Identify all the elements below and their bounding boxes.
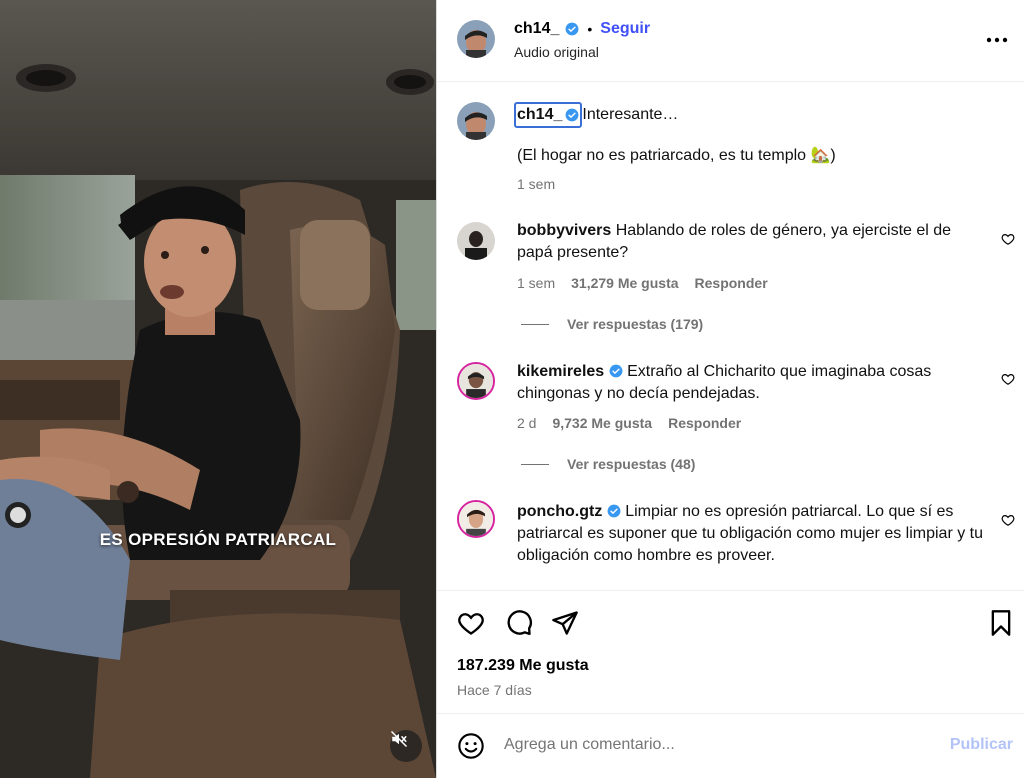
verified-badge-icon bbox=[607, 504, 621, 518]
comment-like-heart-icon[interactable] bbox=[1001, 513, 1015, 527]
caption-author-avatar[interactable] bbox=[457, 102, 495, 140]
caption-text-2: (El hogar no es patriarcado, es tu templ… bbox=[517, 147, 836, 164]
more-horizontal-icon bbox=[986, 37, 1008, 43]
heart-icon[interactable] bbox=[457, 609, 485, 637]
comment-form: Publicar bbox=[437, 714, 1024, 778]
author-username[interactable]: ch14_ bbox=[514, 20, 559, 38]
verified-badge-icon bbox=[565, 108, 579, 122]
verified-badge-icon bbox=[565, 22, 579, 36]
comment-time: 2 d bbox=[517, 415, 537, 431]
post-timestamp: Hace 7 días bbox=[457, 682, 532, 698]
post-panel: ch14_ • Seguir Audio original ch14_ Inte… bbox=[436, 0, 1024, 778]
comment-avatar[interactable] bbox=[457, 362, 495, 400]
post-header: ch14_ • Seguir Audio original bbox=[437, 0, 1024, 82]
likes-count[interactable]: 187.239 Me gusta bbox=[457, 657, 589, 675]
comments-list[interactable]: ch14_ Interesante… (El hogar no es patri… bbox=[437, 82, 1024, 590]
caption-line-1: ch14_ Interesante… bbox=[514, 102, 678, 128]
caption-username-link[interactable]: ch14_ bbox=[514, 102, 583, 128]
comment-meta: 1 sem 31,279 Me gusta Responder bbox=[517, 275, 768, 291]
comment-avatar[interactable] bbox=[457, 222, 495, 260]
header-title-row: ch14_ • Seguir bbox=[514, 20, 650, 38]
comment-username[interactable]: bobbyvivers bbox=[517, 222, 611, 239]
view-replies-button[interactable]: Ver respuestas (48) bbox=[521, 456, 695, 472]
post-actions: 187.239 Me gusta Hace 7 días bbox=[437, 590, 1024, 714]
comment-body: bobbyvivers Hablando de roles de género,… bbox=[517, 220, 987, 264]
replies-divider bbox=[521, 463, 549, 465]
comment-like-heart-icon[interactable] bbox=[1001, 372, 1015, 386]
mute-button[interactable] bbox=[390, 730, 422, 762]
reply-button[interactable]: Responder bbox=[668, 415, 741, 431]
caption-username[interactable]: ch14_ bbox=[517, 104, 562, 126]
video-frame-image bbox=[0, 0, 436, 778]
view-replies-label[interactable]: Ver respuestas (48) bbox=[567, 456, 695, 472]
separator-dot: • bbox=[587, 21, 593, 37]
comment-username[interactable]: kikemireles bbox=[517, 363, 604, 380]
replies-divider bbox=[521, 323, 549, 325]
comment-body: kikemireles Extraño al Chicharito que im… bbox=[517, 361, 987, 405]
comment-username[interactable]: poncho.gtz bbox=[517, 503, 602, 520]
reply-button[interactable]: Responder bbox=[695, 275, 768, 291]
speaker-muted-icon bbox=[390, 730, 408, 748]
comment-likes[interactable]: 31,279 Me gusta bbox=[571, 275, 678, 291]
comment-input[interactable] bbox=[504, 736, 924, 754]
audio-label[interactable]: Audio original bbox=[514, 44, 599, 60]
emoji-icon[interactable] bbox=[457, 732, 485, 760]
comment-icon[interactable] bbox=[505, 609, 533, 637]
comment-meta: 2 d 9,732 Me gusta Responder bbox=[517, 415, 741, 431]
caption-meta: 1 sem bbox=[517, 176, 555, 192]
comment-likes[interactable]: 9,732 Me gusta bbox=[552, 415, 652, 431]
comment-body: poncho.gtz Limpiar no es opresión patria… bbox=[517, 501, 987, 567]
view-replies-button[interactable]: Ver respuestas (179) bbox=[521, 316, 703, 332]
verified-badge-icon bbox=[609, 364, 623, 378]
author-avatar[interactable] bbox=[457, 20, 495, 58]
video-caption-overlay: ES OPRESIÓN PATRIARCAL bbox=[99, 530, 337, 549]
bookmark-icon[interactable] bbox=[987, 609, 1015, 637]
comment-time: 1 sem bbox=[517, 275, 556, 291]
follow-button[interactable]: Seguir bbox=[600, 20, 650, 38]
view-replies-label[interactable]: Ver respuestas (179) bbox=[567, 316, 703, 332]
caption-text-1: Interesante… bbox=[582, 106, 679, 123]
comment-like-heart-icon[interactable] bbox=[1001, 232, 1015, 246]
comment-avatar[interactable] bbox=[457, 500, 495, 538]
caption-time: 1 sem bbox=[517, 176, 556, 192]
video-player[interactable]: ES OPRESIÓN PATRIARCAL bbox=[0, 0, 436, 778]
send-icon[interactable] bbox=[551, 609, 579, 637]
publish-button[interactable]: Publicar bbox=[950, 736, 1013, 754]
more-options-button[interactable] bbox=[985, 28, 1009, 52]
